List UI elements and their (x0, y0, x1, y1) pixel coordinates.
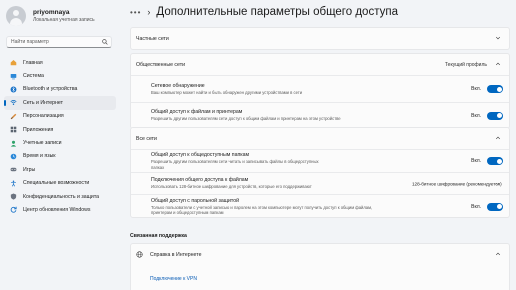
public-networks-label: Общественные сети (136, 61, 186, 68)
bluetooth-icon (10, 86, 17, 93)
nav-item-network[interactable]: Сеть и Интернет (4, 96, 116, 110)
related-support-heading: Связанная поддержка (130, 233, 187, 239)
help-card: Справка в Интернете (130, 243, 510, 290)
chevron-up-icon[interactable] (495, 61, 501, 67)
toggle-state: Вкл. (471, 203, 481, 210)
password-protection-title: Общий доступ с парольной защитой (151, 197, 240, 204)
encryption-row: Подключения общего доступа к файлам Испо… (131, 172, 509, 194)
public-folders-title: Общий доступ к общедоступным папкам (151, 152, 250, 158)
public-folders-toggle[interactable] (487, 157, 503, 165)
nav-item-home[interactable]: Главная (4, 56, 116, 69)
network-icon (10, 100, 17, 106)
toggle-state: Вкл. (471, 86, 481, 92)
password-protection-toggle[interactable] (487, 202, 503, 211)
public-folders-row: Общий доступ к общедоступным папкам Разр… (131, 149, 509, 172)
chevron-down-icon (495, 182, 500, 185)
nav-list: Главная Система Bluetooth и устройства С… (4, 56, 116, 217)
file-sharing-title: Общий доступ к файлам и принтерам (151, 109, 243, 116)
breadcrumb-separator: › (147, 7, 151, 17)
nav-label: Сеть и Интернет (23, 99, 63, 106)
nav-item-system[interactable]: Система (4, 69, 116, 82)
nav-label: Персонализация (23, 113, 64, 120)
nav-item-privacy[interactable]: Конфиденциальность и защита (4, 190, 116, 203)
search-placeholder: Найти параметр (11, 39, 49, 45)
profile-text: priyomnaya Локальная учетная запись (33, 9, 95, 24)
nav-item-accounts[interactable]: Учетные записи (4, 136, 116, 149)
chevron-down-icon[interactable] (495, 35, 501, 41)
update-icon (10, 207, 17, 214)
all-networks-header[interactable]: Все сети (131, 128, 509, 149)
encryption-select[interactable]: 128-битное шифрование (рекомендуется) (407, 178, 503, 189)
public-folders-toggle-wrap: Вкл. (471, 157, 503, 165)
home-icon (10, 60, 17, 66)
accessibility-icon (11, 180, 16, 187)
avatar (6, 6, 26, 26)
nav-label: Специальные возможности (23, 180, 90, 187)
nav-label: Конфиденциальность и защита (23, 193, 100, 200)
main-content: ••• › Дополнительные параметры общего до… (130, 0, 510, 290)
public-networks-card: Общественные сети Текущий профиль Сетево… (130, 53, 510, 129)
nav-item-gaming[interactable]: Игры (4, 163, 116, 176)
file-sharing-toggle[interactable] (487, 111, 503, 120)
breadcrumb-overflow[interactable]: ••• (130, 8, 141, 17)
brush-icon (10, 113, 17, 120)
network-discovery-toggle[interactable] (487, 85, 503, 93)
nav-item-windows-update[interactable]: Центр обновления Windows (4, 203, 116, 216)
nav-item-bluetooth[interactable]: Bluetooth и устройства (4, 83, 116, 96)
network-discovery-row: Сетевое обнаружение Ваш компьютер может … (131, 75, 509, 102)
page-title: Дополнительные параметры общего доступа (156, 6, 398, 18)
encryption-value: 128-битное шифрование (рекомендуется) (412, 181, 502, 186)
apps-icon (10, 126, 17, 133)
private-networks-card[interactable]: Частные сети (130, 27, 510, 50)
all-networks-label: Все сети (136, 135, 157, 142)
help-label: Справка в Интернете (150, 251, 202, 258)
nav-label: Система (23, 73, 44, 80)
nav-item-personalization[interactable]: Персонализация (4, 110, 116, 123)
password-protection-toggle-wrap: Вкл. (471, 202, 503, 211)
current-profile-badge: Текущий профиль (444, 61, 487, 68)
nav-item-apps[interactable]: Приложения (4, 123, 116, 136)
password-protection-desc-2: принтерам и общедоступным папкам (151, 210, 224, 215)
toggle-state: Вкл. (471, 158, 481, 164)
sidebar: priyomnaya Локальная учетная запись Найт… (0, 0, 122, 290)
chevron-up-icon[interactable] (495, 135, 501, 141)
private-networks-label: Частные сети (136, 35, 169, 42)
file-sharing-toggle-wrap: Вкл. (471, 111, 503, 120)
shield-icon (10, 193, 17, 200)
toggle-state: Вкл. (471, 112, 481, 119)
nav-item-accessibility[interactable]: Специальные возможности (4, 177, 116, 190)
password-protection-row: Общий доступ с парольной защитой Только … (131, 194, 509, 218)
nav-label: Главная (23, 59, 43, 66)
network-discovery-desc: Ваш компьютер может найти и быть обнаруж… (151, 89, 303, 95)
public-networks-header[interactable]: Общественные сети Текущий профиль (131, 54, 509, 75)
file-sharing-row: Общий доступ к файлам и принтерам Разреш… (131, 102, 509, 128)
all-networks-card: Все сети Общий доступ к общедоступным па… (130, 127, 510, 218)
nav-label: Центр обновления Windows (23, 206, 91, 213)
globe-icon (136, 251, 143, 258)
vpn-link[interactable]: Подключение к VPN (150, 276, 197, 282)
nav-label: Bluetooth и устройства (23, 86, 78, 93)
nav-label: Игры (23, 166, 36, 173)
chevron-up-icon[interactable] (495, 251, 501, 257)
nav-label: Время и язык (23, 153, 56, 160)
accounts-icon (10, 140, 17, 147)
breadcrumb: ••• › Дополнительные параметры общего до… (130, 4, 398, 20)
globe-clock-icon (10, 153, 17, 160)
system-icon (10, 73, 17, 79)
private-networks-header[interactable]: Частные сети (131, 28, 509, 49)
search-input[interactable]: Найти параметр (6, 36, 112, 48)
nav-label: Учетные записи (23, 140, 62, 147)
search-icon[interactable] (102, 39, 108, 45)
file-sharing-desc: Разрешить другим пользователям сети дост… (151, 116, 341, 122)
nav-label: Приложения (23, 126, 54, 133)
help-header[interactable]: Справка в Интернете (131, 244, 509, 265)
gamepad-icon (10, 168, 17, 172)
public-folders-desc-2: папках (151, 164, 165, 170)
profile[interactable]: priyomnaya Локальная учетная запись (6, 6, 95, 26)
profile-name: priyomnaya (33, 8, 70, 16)
network-discovery-title: Сетевое обнаружение (151, 82, 205, 89)
nav-item-time-language[interactable]: Время и язык (4, 150, 116, 163)
profile-subtitle: Локальная учетная запись (33, 16, 95, 23)
network-discovery-toggle-wrap: Вкл. (471, 85, 503, 93)
